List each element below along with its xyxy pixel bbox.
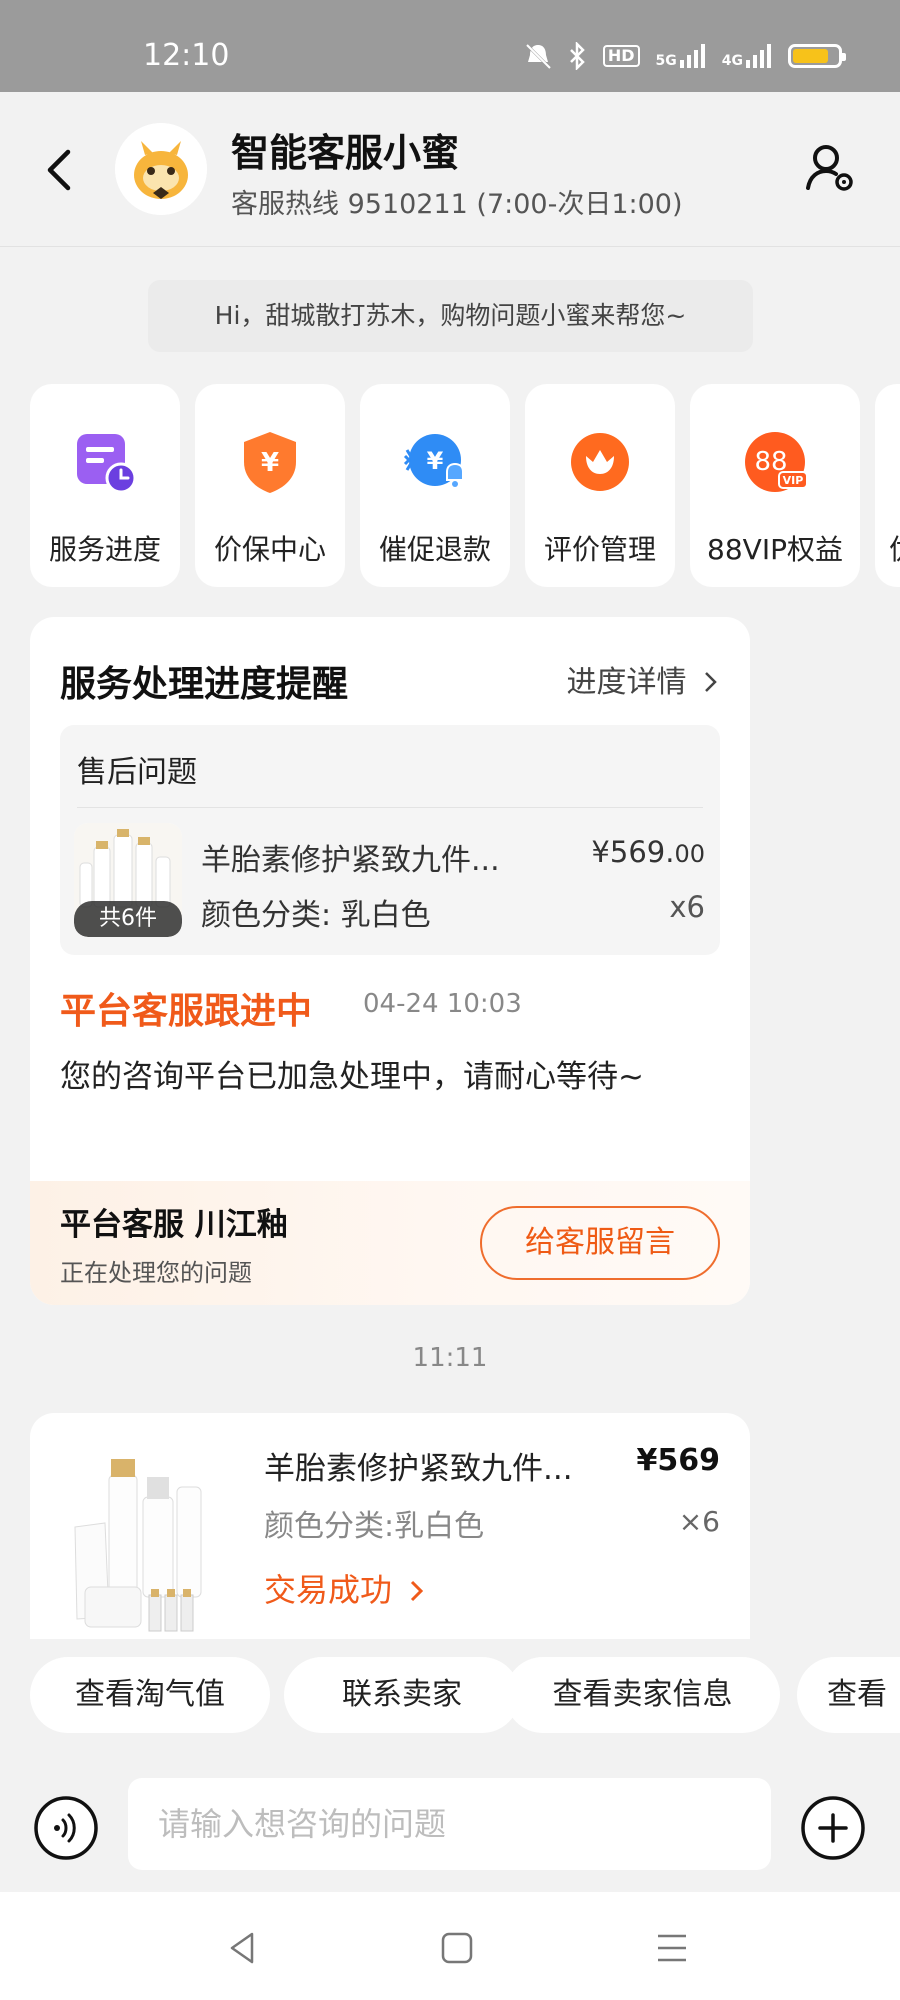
svg-text:VIP: VIP [783,474,804,487]
svg-text:¥: ¥ [427,447,444,475]
quick-action-label: 服务进度 [48,533,161,566]
signal-bars-icon [746,44,771,68]
agent-bar: 平台客服 川江釉 正在处理您的问题 给客服留言 [30,1181,750,1305]
refund-urge-icon: ¥ [403,434,464,487]
follow-time: 04-24 10:03 [363,989,522,1019]
vip88-icon: 88 VIP [745,432,808,492]
after-sale-box[interactable]: 售后问题 共6件 羊胎素修护紧致九件... ¥569.00 颜色分类: 乳白色 … [60,725,720,955]
order-status-link[interactable]: 交易成功 [264,1565,426,1611]
cosmetics-set-image [65,1447,225,1639]
welcome-message: Hi，甜城散打苏木，购物问题小蜜来帮您~ [148,280,753,352]
svg-text:¥: ¥ [261,448,279,478]
hotline-text: 客服热线 9510211 (7:00-次日1:00) [231,189,683,220]
time-separator: 11:11 [412,1343,488,1373]
battery-level [793,49,829,63]
product-quantity: x6 [669,890,705,924]
quick-action-price-protection[interactable]: ¥ 价保中心 [195,384,345,587]
chip-contact-seller[interactable]: 联系卖家 [284,1657,520,1733]
signal-4g: 4G [722,44,772,68]
page-title: 智能客服小蜜 [231,131,460,175]
progress-detail-link[interactable]: 进度详情 [566,657,720,701]
chip-partial[interactable]: 查看 [797,1657,900,1733]
signal-5g: 5G [656,44,706,68]
bluetooth-icon [569,42,585,70]
net-5g-label: 5G [655,53,677,69]
follow-message: 您的咨询平台已加急处理中，请耐心等待~ [60,1059,644,1095]
item-count-badge: 共6件 [74,901,182,937]
agent-subtext: 正在处理您的问题 [60,1259,252,1287]
agent-name: 平台客服 川江釉 [60,1207,288,1243]
status-icons: HD 5G 4G [523,42,846,70]
order-card[interactable]: 羊胎素修护紧致九件... ¥569 颜色分类:乳白色 ×6 交易成功 [30,1413,750,1639]
price-protection-icon: ¥ [244,432,296,493]
product-thumbnail: 共6件 [74,823,182,937]
order-product-name: 羊胎素修护紧致九件... [264,1451,573,1487]
product-price: ¥569.00 [591,835,705,869]
order-status-label: 交易成功 [264,1571,393,1609]
price-decimal: 00 [674,840,705,868]
progress-detail-label: 进度详情 [566,665,687,700]
product-spec: 颜色分类: 乳白色 [201,898,431,933]
follow-status: 平台客服跟进中 [60,991,313,1032]
voice-input-icon[interactable] [33,1795,99,1861]
quick-action-label: 评价管理 [543,533,656,566]
quick-action-label: 催促退款 [378,533,491,566]
chat-header: 智能客服小蜜 客服热线 9510211 (7:00-次日1:00) [0,92,900,247]
quick-action-label: 88VIP权益 [707,533,843,566]
chevron-right-icon [705,672,717,692]
quick-action-label: 优 [875,528,900,568]
service-card-title: 服务处理进度提醒 [60,664,349,705]
quick-action-label: 价保中心 [213,533,326,566]
order-spec: 颜色分类:乳白色 [264,1509,485,1544]
battery-icon [788,44,846,68]
chip-view-taoqi[interactable]: 查看淘气值 [30,1657,270,1733]
nav-back-icon[interactable] [222,1928,262,1968]
chevron-right-icon [411,1580,424,1602]
quick-action-refund-urge[interactable]: ¥ 催促退款 [360,384,510,587]
service-progress-card: 服务处理进度提醒 进度详情 售后问题 共6件 羊胎素修护紧致九件... ¥569… [30,617,750,1305]
system-nav-bar [0,1892,900,2000]
price-main: ¥569. [591,835,675,869]
hd-badge: HD [602,45,640,67]
quick-action-partial[interactable]: 优 [875,384,900,587]
after-sale-title: 售后问题 [77,755,197,790]
quick-action-service-progress[interactable]: 服务进度 [30,384,180,587]
question-input[interactable]: 请输入想咨询的问题 [128,1778,771,1870]
divider [77,807,703,808]
quick-actions-row: 服务进度 ¥ 价保中心 ¥ 催促退款 评价管理 88 VIP 88VIP权益 [30,384,900,587]
chip-seller-info[interactable]: 查看卖家信息 [505,1657,780,1733]
order-quantity: ×6 [678,1505,720,1538]
quick-action-88vip[interactable]: 88 VIP 88VIP权益 [690,384,860,587]
suggestion-chips: 查看淘气值 联系卖家 查看卖家信息 查看 [30,1657,900,1737]
product-name: 羊胎素修护紧致九件... [201,843,500,878]
nav-home-icon[interactable] [437,1928,477,1968]
person-settings-icon[interactable] [802,138,862,198]
review-management-icon [571,433,629,491]
bee-mascot-icon [115,123,207,215]
back-arrow-icon[interactable] [40,140,80,200]
status-time: 12:10 [143,38,230,73]
order-price: ¥569 [636,1443,721,1478]
status-bar: 12:10 HD 5G 4G [0,0,900,92]
mute-icon [525,43,551,70]
assistant-avatar [115,123,207,215]
nav-menu-icon[interactable] [652,1928,692,1968]
leave-message-button[interactable]: 给客服留言 [480,1206,720,1280]
plus-circle-icon[interactable] [800,1795,866,1861]
quick-action-review-management[interactable]: 评价管理 [525,384,675,587]
service-progress-icon [77,434,137,494]
signal-bars-icon [679,44,705,68]
net-4g-label: 4G [721,53,743,69]
